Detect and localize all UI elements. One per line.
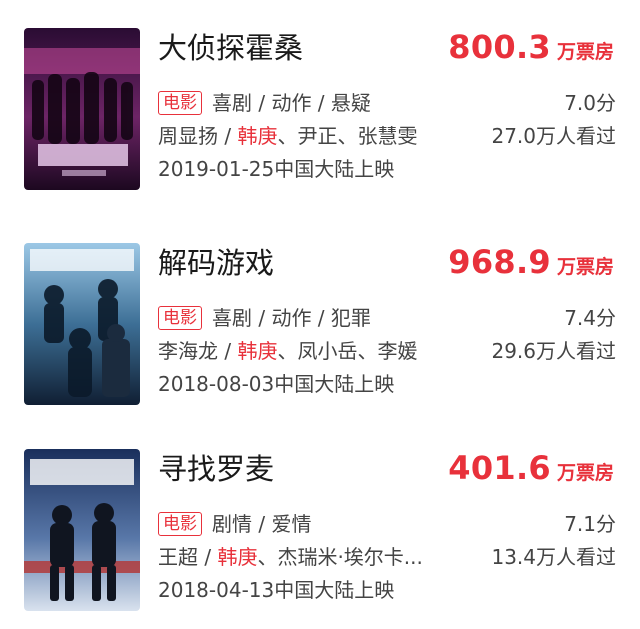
box-office-value: 800.3 <box>448 28 551 66</box>
rating-score: 7.1分 <box>556 509 616 539</box>
cast-row: 李海龙 / 韩庚、凤小岳、李媛 29.6万人看过 <box>158 336 616 366</box>
cast-highlight: 韩庚 <box>237 124 278 148</box>
watch-count: 13.4万人看过 <box>483 542 616 572</box>
release-date: 2018-04-13中国大陆上映 <box>158 578 395 602</box>
cast-highlight: 韩庚 <box>237 339 278 363</box>
category-tag: 电影 <box>158 512 202 536</box>
box-office: 800.3 万票房 <box>448 28 614 68</box>
genres: 喜剧 / 动作 / 犯罪 <box>212 306 371 330</box>
category-tag: 电影 <box>158 306 202 330</box>
genre-row: 电影 剧情 / 爱情 7.1分 <box>158 509 616 539</box>
genres: 喜剧 / 动作 / 悬疑 <box>212 91 371 115</box>
box-office-value: 401.6 <box>448 449 551 487</box>
movie-poster[interactable] <box>24 243 140 405</box>
box-office: 401.6 万票房 <box>448 449 614 489</box>
rating-score: 7.0分 <box>556 88 616 118</box>
cast-after: 、凤小岳、李媛 <box>277 339 418 363</box>
category-tag: 电影 <box>158 91 202 115</box>
release-date: 2018-08-03中国大陆上映 <box>158 372 395 396</box>
movie-poster[interactable] <box>24 449 140 611</box>
movie-title[interactable]: 寻找罗麦 <box>158 451 274 487</box>
watch-count: 29.6万人看过 <box>483 336 616 366</box>
cast-before: 李海龙 / <box>158 339 238 363</box>
watch-count: 27.0万人看过 <box>483 121 616 151</box>
cast-list: 王超 / 韩庚、杰瑞米·埃尔卡... <box>158 542 423 572</box>
box-office-unit: 万票房 <box>556 41 614 63</box>
genre-row: 电影 喜剧 / 动作 / 犯罪 7.4分 <box>158 303 616 333</box>
cast-before: 周显扬 / <box>158 124 238 148</box>
cast-before: 王超 / <box>158 545 218 569</box>
cast-highlight: 韩庚 <box>217 545 258 569</box>
genre-row: 电影 喜剧 / 动作 / 悬疑 7.0分 <box>158 88 616 118</box>
movie-title[interactable]: 大侦探霍桑 <box>158 30 303 66</box>
poster-image <box>24 449 140 611</box>
box-office: 968.9 万票房 <box>448 243 614 283</box>
box-office-unit: 万票房 <box>556 462 614 484</box>
box-office-unit: 万票房 <box>556 256 614 278</box>
genres: 剧情 / 爱情 <box>212 512 312 536</box>
poster-image <box>24 243 140 405</box>
poster-image <box>24 28 140 190</box>
cast-row: 王超 / 韩庚、杰瑞米·埃尔卡... 13.4万人看过 <box>158 542 616 572</box>
rating-score: 7.4分 <box>556 303 616 333</box>
cast-list: 李海龙 / 韩庚、凤小岳、李媛 <box>158 336 417 366</box>
movie-title[interactable]: 解码游戏 <box>158 245 274 281</box>
release-date: 2019-01-25中国大陆上映 <box>158 157 395 181</box>
movie-card[interactable]: 大侦探霍桑 800.3 万票房 电影 喜剧 / 动作 / 悬疑 7.0分 周显扬 … <box>0 28 640 198</box>
movie-card[interactable]: 解码游戏 968.9 万票房 电影 喜剧 / 动作 / 犯罪 7.4分 李海龙 /… <box>0 243 640 413</box>
movie-list: 大侦探霍桑 800.3 万票房 电影 喜剧 / 动作 / 悬疑 7.0分 周显扬 … <box>0 0 640 629</box>
movie-card[interactable]: 寻找罗麦 401.6 万票房 电影 剧情 / 爱情 7.1分 王超 / 韩庚、杰瑞… <box>0 449 640 619</box>
box-office-value: 968.9 <box>448 243 551 281</box>
cast-list: 周显扬 / 韩庚、尹正、张慧雯 <box>158 121 417 151</box>
cast-after: 、杰瑞米·埃尔卡... <box>257 545 423 569</box>
cast-row: 周显扬 / 韩庚、尹正、张慧雯 27.0万人看过 <box>158 121 616 151</box>
movie-poster[interactable] <box>24 28 140 190</box>
cast-after: 、尹正、张慧雯 <box>277 124 418 148</box>
